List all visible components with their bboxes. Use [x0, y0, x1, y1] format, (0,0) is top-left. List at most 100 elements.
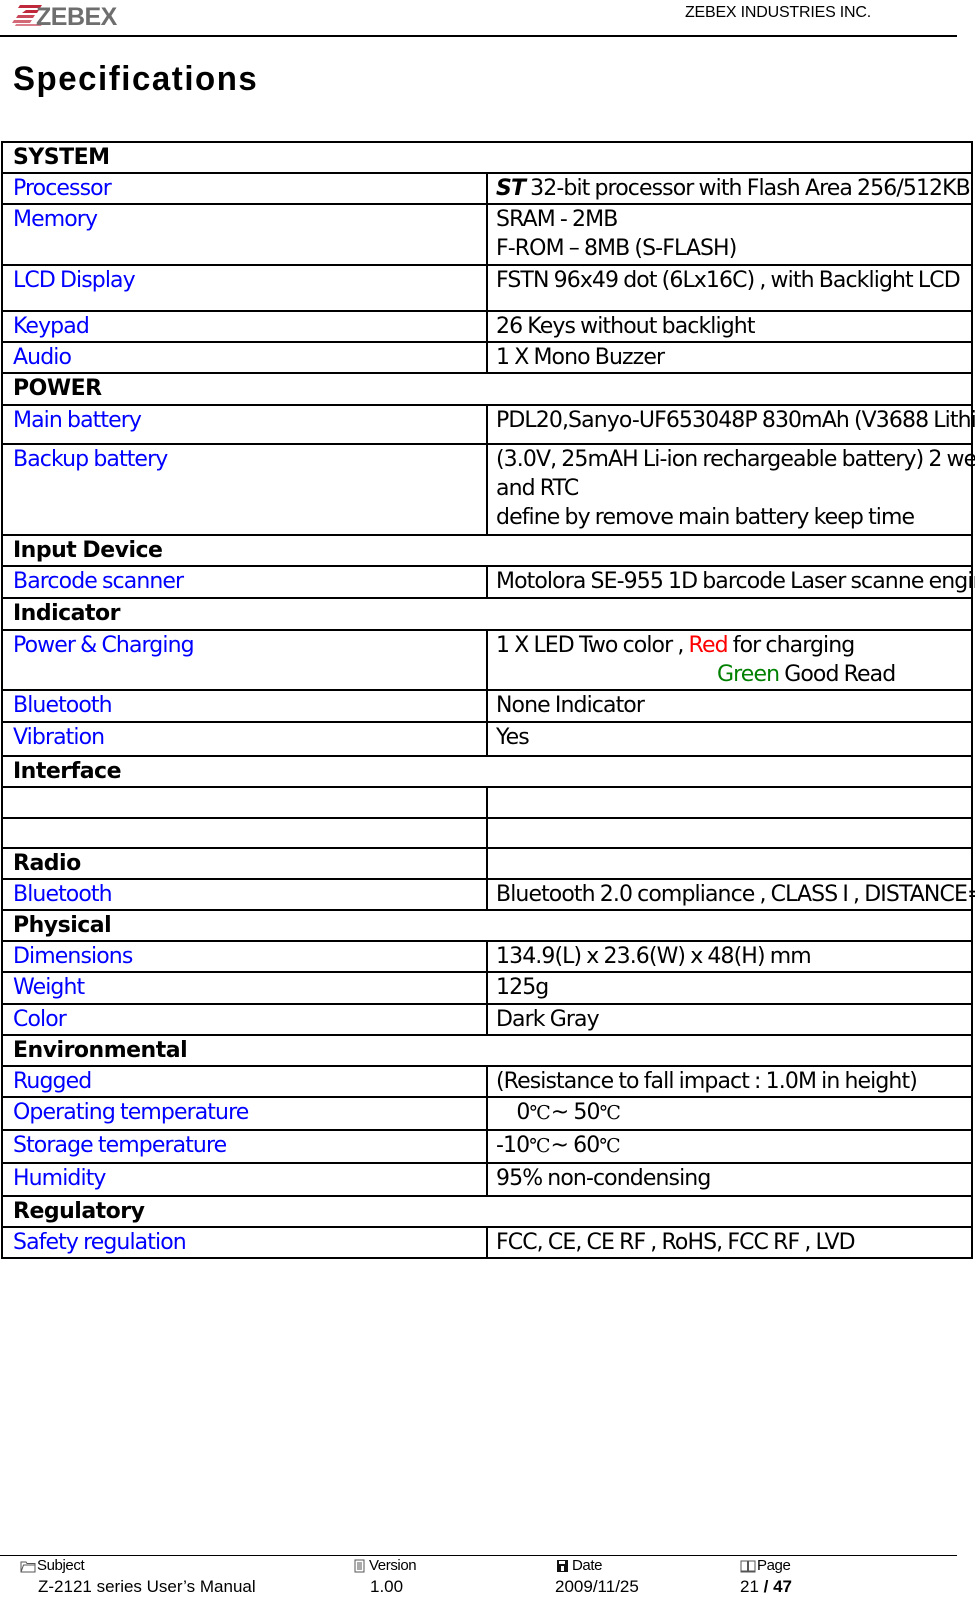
spec-label: Keypad — [1, 310, 488, 343]
page-label: Page — [757, 1557, 791, 1574]
table-row-main-battery: Main battery PDL20,Sanyo-UF653048P 830mA… — [1, 404, 975, 445]
spec-label: Processor — [1, 172, 488, 205]
spec-value — [486, 786, 973, 819]
spec-value: 125g — [486, 971, 973, 1005]
section-title: Radio — [1, 847, 488, 880]
zebex-logo: ZEBEX — [12, 3, 118, 28]
red-color-word: Red — [688, 633, 729, 658]
celsius-symbol: ℃ — [529, 1135, 551, 1157]
table-row-color: Color Dark Gray — [1, 1003, 973, 1036]
table-row-backup-battery: Backup battery (3.0V, 25mAH Li-ion recha… — [1, 443, 975, 536]
spec-value: FSTN 96x49 dot (6Lx16C) , with Backlight… — [486, 264, 973, 312]
section-row-regulatory: Regulatory — [1, 1195, 973, 1228]
section-title: Indicator — [1, 597, 973, 631]
section-row-interface: Interface — [1, 755, 973, 788]
section-row-indicator: Indicator — [1, 597, 973, 631]
spec-label: Barcode scanner — [1, 565, 488, 599]
spec-label: Rugged — [1, 1065, 488, 1098]
spec-label — [1, 817, 488, 849]
footer-version-label-row: Version — [352, 1557, 417, 1575]
logo-wordmark: ZEBEX — [36, 3, 118, 28]
spec-label: Audio — [1, 341, 488, 374]
table-row-power-charging: Power & Charging 1 X LED Two color , Red… — [1, 629, 973, 691]
celsius-symbol: ℃ — [599, 1135, 621, 1157]
spec-value: 26 Keys without backlight — [486, 310, 973, 343]
spec-value: Bluetooth 2.0 compliance , CLASS I , DIS… — [486, 878, 975, 911]
footer-date: Date 2009/11/25 — [555, 1557, 639, 1597]
page-title: Specifications — [13, 60, 259, 98]
spec-label: LCD Display — [1, 264, 488, 312]
brand-st: ST — [496, 176, 526, 201]
green-color-word: Green — [717, 662, 780, 687]
footer-date-label-row: Date — [555, 1557, 639, 1575]
section-title: Physical — [1, 909, 973, 942]
spec-label — [1, 786, 488, 819]
table-row-storage-temperature: Storage temperature -10℃~ 60℃ — [1, 1129, 973, 1164]
celsius-symbol: ℃ — [599, 1102, 621, 1124]
celsius-symbol: ℃ — [529, 1102, 551, 1124]
spec-value: 0℃~ 50℃ — [486, 1096, 973, 1131]
spec-value: 1 X Mono Buzzer — [486, 341, 973, 374]
table-row-dimensions: Dimensions 134.9(L) x 23.6(W) x 48(H) mm — [1, 940, 973, 973]
table-row-empty — [1, 817, 973, 849]
spec-value — [486, 817, 973, 849]
header-divider — [0, 35, 957, 37]
section-title: Interface — [1, 755, 973, 788]
date-value: 2009/11/25 — [555, 1577, 639, 1596]
spec-label: Vibration — [1, 721, 488, 757]
page-number: 21 / 47 — [740, 1577, 792, 1597]
charging-text: for charging — [727, 633, 856, 658]
table-row-vibration: Vibration Yes — [1, 721, 973, 757]
spec-value: Dark Gray — [486, 1003, 973, 1036]
spec-label: Main battery — [1, 404, 488, 445]
specifications-table: SYSTEM Processor ST 32-bit processor wit… — [1, 141, 975, 1259]
spec-value-line: (3.0V, 25mAH Li-ion rechargeable battery… — [496, 447, 975, 472]
section-title: SYSTEM — [1, 141, 973, 174]
section-row-environmental: Environmental — [1, 1034, 973, 1067]
spec-label: Operating temperature — [1, 1096, 488, 1131]
spec-value-line: define by remove main battery keep time — [496, 505, 915, 530]
spec-label: Weight — [1, 971, 488, 1005]
table-row-empty — [1, 786, 973, 819]
folder-icon — [20, 1561, 36, 1573]
spec-value: FCC, CE, CE RF , RoHS, FCC RF , LVD — [486, 1226, 973, 1259]
footer-subject: Subject Z-2121 series User’s Manual — [20, 1557, 256, 1597]
led-text: 1 X LED Two color , — [496, 633, 689, 658]
spec-value: PDL20,Sanyo-UF653048P 830mAh (V3688 Lith… — [486, 404, 975, 445]
spec-value-line: and RTC — [496, 476, 579, 501]
table-row-weight: Weight 125g — [1, 971, 973, 1005]
good-read-text: Good Read — [779, 662, 896, 687]
footer-subject-label-row: Subject — [20, 1557, 256, 1575]
subject-label: Subject — [37, 1557, 85, 1574]
footer-version: Version 1.00 — [352, 1557, 417, 1597]
spec-value: SRAM - 2MB F-ROM – 8MB (S-FLASH) — [486, 203, 973, 266]
company-name: ZEBEX INDUSTRIES INC. — [684, 4, 871, 21]
section-row-radio: Radio — [1, 847, 973, 880]
spec-value: ST 32-bit processor with Flash Area 256/… — [486, 172, 973, 205]
table-row-humidity: Humidity 95% non-condensing — [1, 1162, 973, 1197]
temp-min: -10 — [496, 1133, 530, 1158]
table-row-rugged: Rugged (Resistance to fall impact : 1.0M… — [1, 1065, 973, 1098]
table-row-processor: Processor ST 32-bit processor with Flash… — [1, 172, 973, 205]
spec-value-line: SRAM - 2MB — [496, 207, 618, 232]
section-title: Environmental — [1, 1034, 973, 1067]
spec-value: Yes — [486, 721, 973, 757]
footer-page: Page 21 / 47 — [740, 1557, 792, 1597]
section-title: POWER — [1, 372, 973, 406]
open-book-icon — [740, 1560, 756, 1573]
version-label: Version — [369, 1557, 417, 1574]
subject-value: Z-2121 series User’s Manual — [38, 1577, 256, 1596]
page-current: 21 — [740, 1577, 759, 1596]
date-label: Date — [572, 1557, 603, 1574]
spec-value: (3.0V, 25mAH Li-ion rechargeable battery… — [486, 443, 975, 536]
page-total: 47 — [773, 1577, 793, 1596]
footer-divider — [0, 1555, 957, 1556]
spec-label: Color — [1, 1003, 488, 1036]
spec-value: -10℃~ 60℃ — [486, 1129, 973, 1164]
spec-label: Backup battery — [1, 443, 488, 536]
spec-label: Safety regulation — [1, 1226, 488, 1259]
footer-page-label-row: Page — [740, 1557, 792, 1575]
section-row-input-device: Input Device — [1, 534, 973, 567]
spec-value: 134.9(L) x 23.6(W) x 48(H) mm — [486, 940, 973, 973]
table-row-audio: Audio 1 X Mono Buzzer — [1, 341, 973, 374]
